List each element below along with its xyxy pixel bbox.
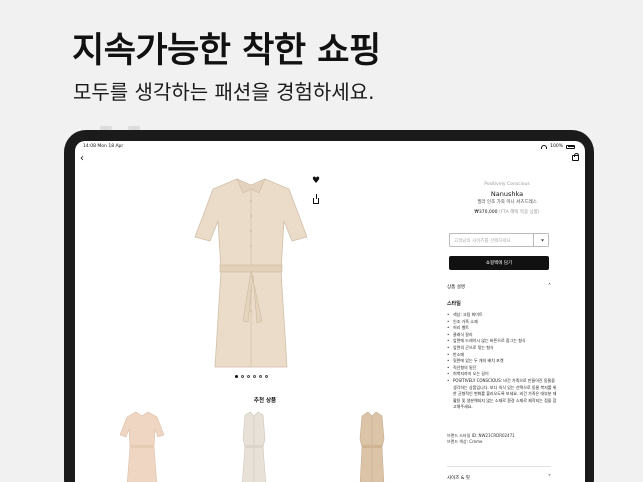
list-item: POSITIVELY CONSCIOUS: 비건 가죽으로 만들어진 동물을 생… <box>447 378 557 411</box>
status-time: 14:08 Mon 18 Apr <box>83 144 124 149</box>
carousel-dot[interactable] <box>265 375 268 378</box>
carousel-dot[interactable] <box>259 375 262 378</box>
hero-title: 지속가능한 착한 쇼핑 <box>72 31 381 71</box>
chevron-up-icon[interactable]: ˄ <box>548 283 551 290</box>
list-item: 뒷면에 있는 두 개의 배치 포켓 <box>447 358 557 365</box>
product-image[interactable] <box>191 171 311 371</box>
carousel-dot[interactable] <box>235 375 238 378</box>
chevron-down-icon[interactable]: ˅ <box>548 474 551 481</box>
recommended-item[interactable] <box>347 409 397 482</box>
list-item: 앞면에 드레이시 않는 버튼으로 잠그는 형식 <box>447 338 557 345</box>
shopping-bag-icon[interactable] <box>572 153 579 161</box>
chevron-down-icon[interactable]: ▾ <box>541 238 544 243</box>
list-item: 허리 벨트 <box>447 325 557 332</box>
size-select[interactable]: 고객님의 사이즈를 선택하세요 ▾ <box>449 233 549 247</box>
battery-icon <box>566 144 575 149</box>
list-item: 허벅지까지 오는 길이 <box>447 371 557 378</box>
list-item: 앞면의 곤으로 묶는 형식 <box>447 345 557 352</box>
add-to-bag-button[interactable]: 쇼핑백에 담기 <box>449 256 549 270</box>
back-icon[interactable]: ‹ <box>80 154 84 164</box>
recommended-title: 추천 상품 <box>253 398 277 404</box>
list-item: 색상: 크림 화이트 <box>447 312 557 319</box>
recommended-item[interactable] <box>229 409 279 482</box>
style-meta: 브랜드 스타일 ID: NW21CRDR02471 브랜드 색상: Creme <box>447 433 515 445</box>
hero-subtitle: 모두를 생각하는 패션을 경험하세요. <box>73 80 375 104</box>
recommended-item[interactable] <box>117 409 167 482</box>
conscious-tag: Positively Conscious <box>484 182 530 187</box>
tablet-screen: 14:08 Mon 18 Apr 100% ‹ ♥ 추천 상품 Positive… <box>75 141 585 482</box>
style-list: 색상: 크림 화이트 인조 가죽 소재 허리 벨트 클래식 칼라 앞면에 드레이… <box>447 312 557 411</box>
heart-icon[interactable]: ♥ <box>312 176 320 186</box>
size-placeholder: 고객님의 사이즈를 선택하세요 <box>454 239 511 244</box>
carousel-dot[interactable] <box>247 375 250 378</box>
size-divider <box>533 234 534 246</box>
description-section-header[interactable]: 상품 설명 ˄ <box>447 283 551 290</box>
size-fit-section-header[interactable]: 사이즈 & 핏 ˅ <box>447 474 551 481</box>
product-info-panel: Positively Conscious Nanushka 필라 인조 가죽 미… <box>447 141 567 482</box>
product-price: ₩370,000 (FTA 혜택 적용 상품) <box>474 210 540 215</box>
carousel-dot[interactable] <box>253 375 256 378</box>
brand-color: 브랜드 색상: Creme <box>447 439 483 444</box>
style-title: 스타일 <box>447 301 461 307</box>
brand-name[interactable]: Nanushka <box>447 190 567 198</box>
divider <box>447 466 551 467</box>
share-icon[interactable] <box>313 194 319 204</box>
carousel-dot[interactable] <box>241 375 244 378</box>
carousel-dots <box>235 375 268 378</box>
product-name: 필라 인조 가죽 미니 셔츠드레스 <box>477 200 537 205</box>
